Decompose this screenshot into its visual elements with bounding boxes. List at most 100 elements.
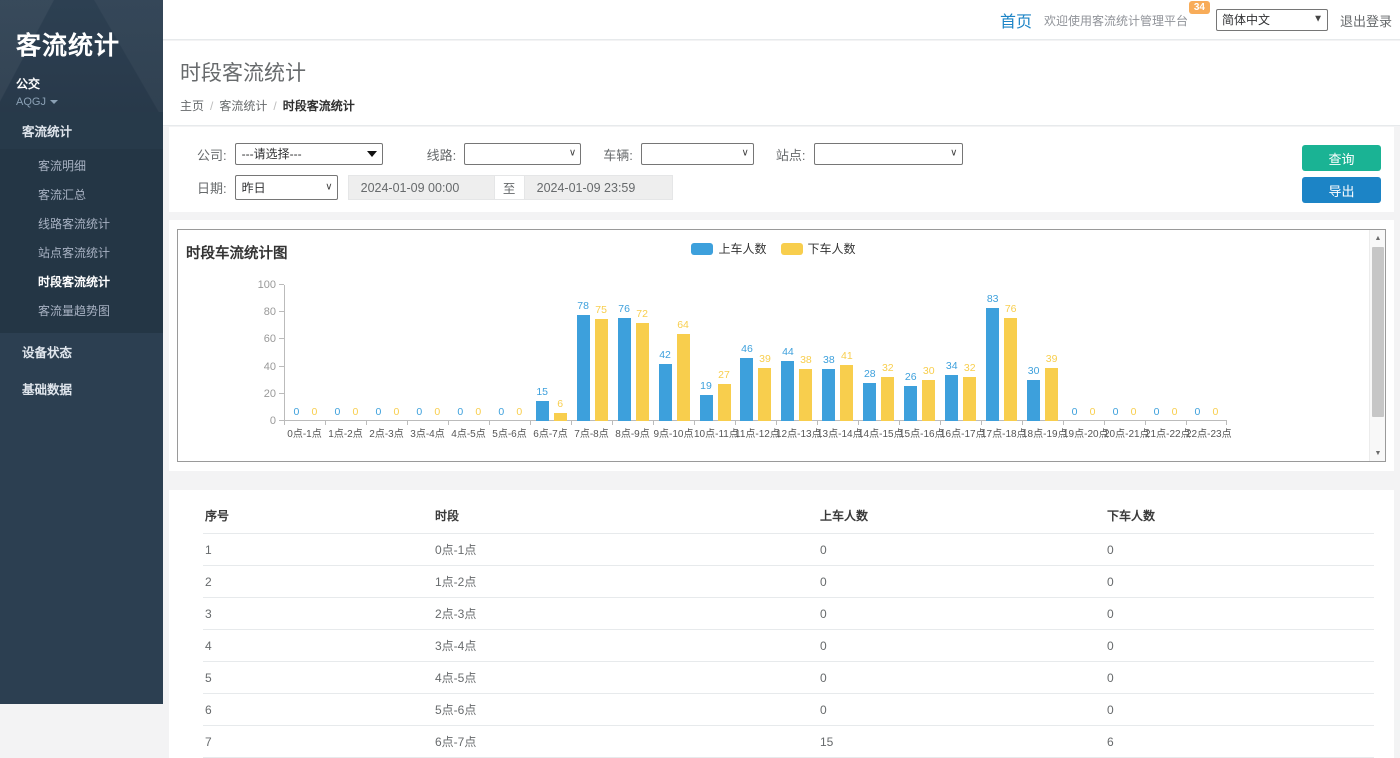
bar-value-label: 75: [595, 304, 607, 316]
table-cell: 0: [1105, 630, 1374, 662]
sidebar-item-passenger-detail[interactable]: 客流明细: [0, 151, 163, 180]
bar-boarding: [781, 361, 794, 421]
bar-value-label: 0: [294, 406, 300, 418]
y-tick-label: 40: [264, 361, 276, 373]
table-row[interactable]: 21点-2点00: [203, 566, 1374, 598]
legend-item-alighting[interactable]: 下车人数: [781, 240, 856, 257]
scroll-up-icon[interactable]: ▲: [1370, 230, 1386, 246]
table-panel: 序号时段上车人数下车人数 10点-1点0021点-2点0032点-3点0043点…: [169, 490, 1394, 758]
date-end-input[interactable]: 2024-01-09 23:59: [524, 175, 673, 200]
sidebar-item-passenger-stats[interactable]: 客流统计: [0, 112, 163, 149]
x-tick-label: 22点-23点: [1186, 425, 1227, 440]
bar-alighting: [1045, 368, 1058, 421]
table-row[interactable]: 32点-3点00: [203, 598, 1374, 630]
legend-item-boarding[interactable]: 上车人数: [691, 240, 766, 257]
chevron-down-icon: [50, 100, 58, 104]
table-cell: 0: [818, 662, 1105, 694]
breadcrumb-current: 时段客流统计: [283, 99, 355, 113]
sidebar-item-station-stats[interactable]: 站点客流统计: [0, 238, 163, 267]
y-tick-label: 0: [270, 415, 276, 427]
bar-value-label: 0: [457, 406, 463, 418]
bar-group: 7875: [572, 285, 613, 421]
bar-group: 3841: [817, 285, 858, 421]
x-tick-label: 7点-8点: [571, 425, 612, 440]
station-select[interactable]: [814, 143, 963, 165]
sidebar-item-passenger-summary[interactable]: 客流汇总: [0, 180, 163, 209]
table-row[interactable]: 43点-4点00: [203, 630, 1374, 662]
bar-value-label: 32: [882, 362, 894, 374]
chart-scrollbar[interactable]: ▲ ▼: [1369, 230, 1385, 461]
x-tick-label: 10点-11点: [694, 425, 735, 440]
sidebar-submenu: 客流明细 客流汇总 线路客流统计 站点客流统计 时段客流统计 客流量趋势图: [0, 149, 163, 333]
sidebar-item-period-stats[interactable]: 时段客流统计: [0, 267, 163, 296]
bar-value-label: 44: [782, 346, 794, 358]
scrollbar-thumb[interactable]: [1372, 247, 1384, 417]
bar-value-label: 0: [1131, 406, 1137, 418]
bar-value-label: 76: [1005, 303, 1017, 315]
breadcrumb: 主页/客流统计/时段客流统计: [180, 97, 1400, 114]
export-button[interactable]: 导出: [1302, 177, 1381, 203]
period-table: 序号时段上车人数下车人数 10点-1点0021点-2点0032点-3点0043点…: [203, 498, 1374, 758]
bar-group: 4438: [776, 285, 817, 421]
scroll-down-icon[interactable]: ▼: [1370, 445, 1386, 461]
bar-value-label: 28: [864, 368, 876, 380]
table-cell: 0: [1105, 566, 1374, 598]
table-cell: 5点-6点: [433, 694, 818, 726]
bar-value-label: 0: [1113, 406, 1119, 418]
notification-badge[interactable]: 34: [1189, 1, 1210, 14]
bar-boarding: [945, 375, 958, 421]
sidebar-item-trend-chart[interactable]: 客流量趋势图: [0, 296, 163, 325]
table-cell: 0: [1105, 598, 1374, 630]
date-label: 日期:: [197, 178, 227, 197]
bar-value-label: 0: [1072, 406, 1078, 418]
x-tick-label: 0点-1点: [284, 425, 325, 440]
table-row[interactable]: 10点-1点00: [203, 534, 1374, 566]
bar-value-label: 0: [1154, 406, 1160, 418]
table-cell: 3点-4点: [433, 630, 818, 662]
table-header-cell: 下车人数: [1105, 498, 1374, 534]
date-start-input[interactable]: 2024-01-09 00:00: [348, 175, 495, 200]
sidebar-item-device-status[interactable]: 设备状态: [0, 333, 163, 370]
table-cell: 0: [818, 534, 1105, 566]
line-select[interactable]: [464, 143, 581, 165]
app-title: 客流统计: [16, 26, 163, 62]
table-row[interactable]: 76点-7点156: [203, 726, 1374, 758]
bar-group: 00: [490, 285, 531, 421]
table-body: 10点-1点0021点-2点0032点-3点0043点-4点0054点-5点00…: [203, 534, 1374, 758]
y-tick-label: 100: [258, 279, 276, 291]
bar-alighting: [554, 413, 567, 421]
x-tick-label: 18点-19点: [1022, 425, 1063, 440]
bar-value-label: 0: [335, 406, 341, 418]
company-select[interactable]: ---请选择---: [235, 143, 383, 165]
date-preset-select[interactable]: 昨日: [235, 175, 338, 200]
table-cell: 1点-2点: [433, 566, 818, 598]
bar-group: 00: [326, 285, 367, 421]
bar-group: 3432: [940, 285, 981, 421]
query-button[interactable]: 查询: [1302, 145, 1381, 171]
table-header-row: 序号时段上车人数下车人数: [203, 498, 1374, 534]
language-select[interactable]: 简体中文: [1216, 9, 1328, 31]
vehicle-select[interactable]: [641, 143, 754, 165]
x-tick-label: 6点-7点: [530, 425, 571, 440]
x-tick-label: 8点-9点: [612, 425, 653, 440]
org-code-dropdown[interactable]: AQGJ: [16, 96, 163, 108]
x-tick-label: 5点-6点: [489, 425, 530, 440]
table-row[interactable]: 54点-5点00: [203, 662, 1374, 694]
sidebar-item-base-data[interactable]: 基础数据: [0, 370, 163, 407]
breadcrumb-section[interactable]: 客流统计: [219, 99, 267, 113]
bar-boarding: [986, 308, 999, 421]
home-link[interactable]: 首页: [1000, 8, 1032, 32]
logout-link[interactable]: 退出登录: [1340, 11, 1392, 30]
table-cell: 3: [203, 598, 433, 630]
x-tick-label: 4点-5点: [448, 425, 489, 440]
bar-value-label: 41: [841, 350, 853, 362]
sidebar-item-line-stats[interactable]: 线路客流统计: [0, 209, 163, 238]
breadcrumb-home[interactable]: 主页: [180, 99, 204, 113]
table-cell: 5: [203, 662, 433, 694]
bar-group: 8376: [981, 285, 1022, 421]
vehicle-label: 车辆:: [603, 145, 633, 164]
bar-group: 00: [449, 285, 490, 421]
table-cell: 6: [203, 694, 433, 726]
table-row[interactable]: 65点-6点00: [203, 694, 1374, 726]
x-tick-label: 13点-14点: [817, 425, 858, 440]
